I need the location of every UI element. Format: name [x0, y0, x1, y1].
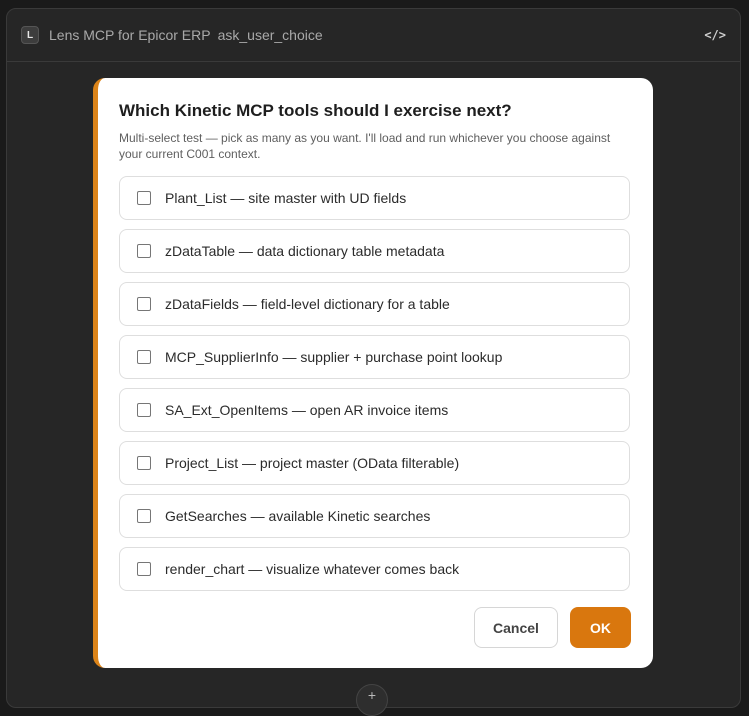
option-label: zDataFields — field-level dictionary for…	[165, 296, 450, 312]
panel-header: L Lens MCP for Epicor ERP ask_user_choic…	[7, 9, 740, 62]
option-item[interactable]: zDataFields — field-level dictionary for…	[119, 282, 630, 326]
checkbox[interactable]	[137, 562, 151, 576]
checkbox[interactable]	[137, 350, 151, 364]
option-item[interactable]: MCP_SupplierInfo — supplier + purchase p…	[119, 335, 630, 379]
option-label: SA_Ext_OpenItems — open AR invoice items	[165, 402, 449, 418]
checkbox[interactable]	[137, 244, 151, 258]
dialog-title: Which Kinetic MCP tools should I exercis…	[119, 101, 512, 120]
option-label: Plant_List — site master with UD fields	[165, 190, 407, 206]
option-item[interactable]: render_chart — visualize whatever comes …	[119, 547, 630, 591]
option-item[interactable]: SA_Ext_OpenItems — open AR invoice items	[119, 388, 630, 432]
code-icon[interactable]: </>	[704, 28, 726, 42]
dialog-subtitle: Multi-select test — pick as many as you …	[119, 131, 611, 161]
dialog-actions: Cancel OK	[474, 607, 631, 648]
option-item[interactable]: zDataTable — data dictionary table metad…	[119, 229, 630, 273]
option-label: zDataTable — data dictionary table metad…	[165, 243, 445, 259]
option-label: render_chart — visualize whatever comes …	[165, 561, 460, 577]
app-badge: L	[21, 26, 39, 44]
checkbox[interactable]	[137, 456, 151, 470]
cancel-button[interactable]: Cancel	[474, 607, 558, 648]
plus-icon[interactable]: +	[356, 684, 388, 716]
checkbox[interactable]	[137, 191, 151, 205]
tool-name: ask_user_choice	[217, 27, 323, 43]
app-title: Lens MCP for Epicor ERP	[49, 27, 211, 43]
option-label: MCP_SupplierInfo — supplier + purchase p…	[165, 349, 503, 365]
option-label: GetSearches — available Kinetic searches	[165, 508, 431, 524]
options-list: Plant_List — site master with UD fields …	[119, 176, 630, 591]
option-item[interactable]: Plant_List — site master with UD fields	[119, 176, 630, 220]
checkbox[interactable]	[137, 509, 151, 523]
choice-dialog: Which Kinetic MCP tools should I exercis…	[93, 78, 653, 668]
checkbox[interactable]	[137, 297, 151, 311]
option-item[interactable]: Project_List — project master (OData fil…	[119, 441, 630, 485]
ok-button[interactable]: OK	[570, 607, 631, 648]
option-item[interactable]: GetSearches — available Kinetic searches	[119, 494, 630, 538]
checkbox[interactable]	[137, 403, 151, 417]
option-label: Project_List — project master (OData fil…	[165, 455, 460, 471]
